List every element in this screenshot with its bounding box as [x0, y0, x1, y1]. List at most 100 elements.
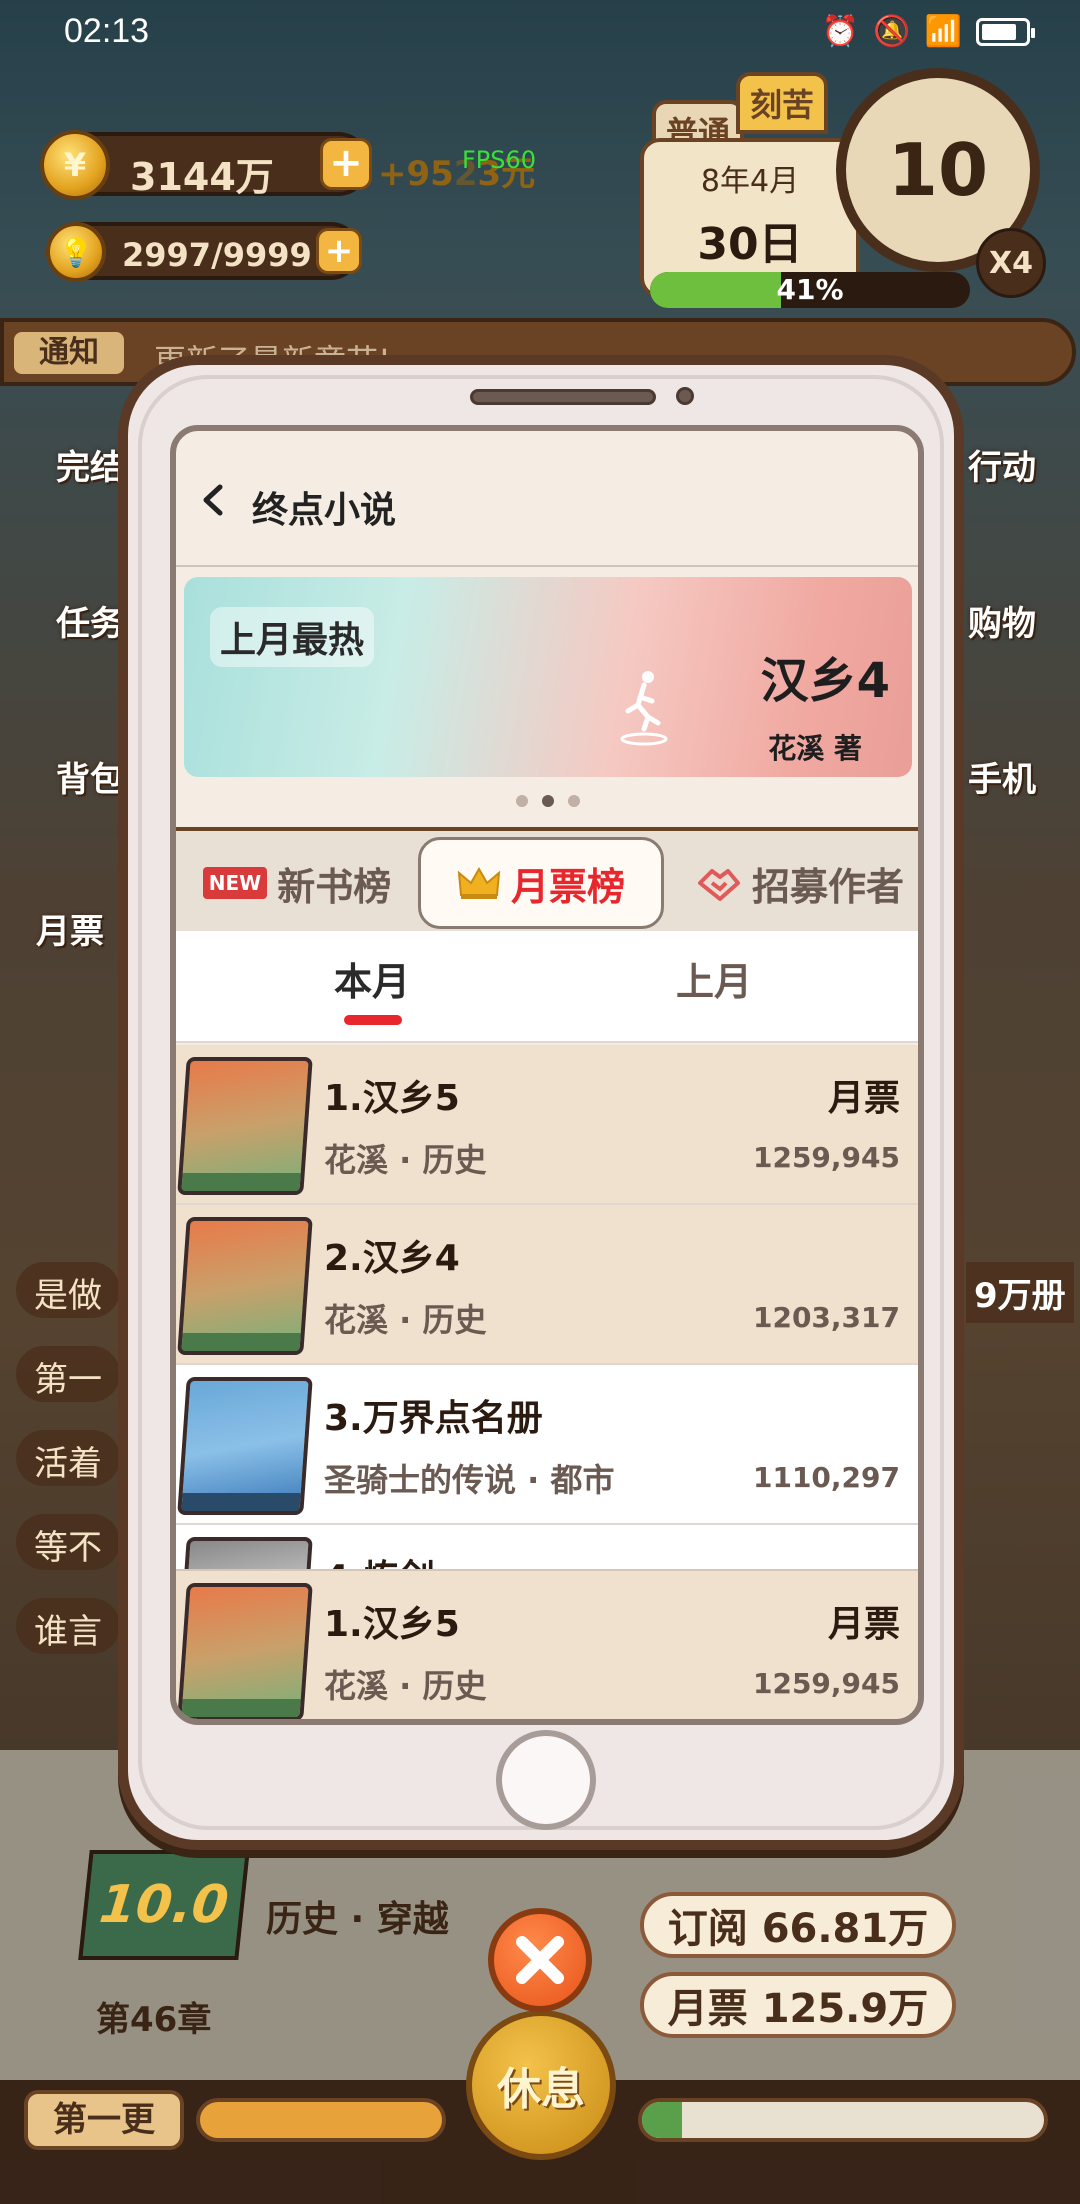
monthly-ticket-stat: 月票 125.9万 [640, 1972, 956, 2038]
crown-icon [457, 866, 501, 899]
book-meta: 花溪 · 历史 [324, 1667, 487, 1705]
book-meta: 花溪 · 历史 [324, 1301, 487, 1339]
book-title: 1.汉乡5 [324, 1604, 460, 1645]
chat-chip-1: 是做 [16, 1262, 120, 1318]
ticket-count: 1110,297 [752, 1461, 900, 1494]
book-meta: 花溪 · 历史 [324, 1141, 487, 1179]
ranking-list: 1.汉乡5 花溪 · 历史 月票 1259,945 2.汉乡4 花溪 · 历史 … [176, 1045, 918, 1585]
pagination-dot-active[interactable] [542, 795, 554, 807]
tab-monthly-ticket[interactable]: 月票榜 [418, 837, 664, 929]
list-item[interactable]: 2.汉乡4 花溪 · 历史 1203,317 [176, 1205, 918, 1365]
phone-home-button[interactable] [496, 1730, 596, 1830]
runner-logo-icon [620, 671, 668, 746]
period-subtabs: 本月 上月 [176, 931, 918, 1043]
close-modal-button[interactable] [488, 1908, 592, 2012]
tab-label: 招募作者 [751, 864, 904, 909]
book-title: 1.汉乡5 [324, 1078, 460, 1119]
subtab-this-month[interactable]: 本月 [334, 951, 410, 1006]
banner-tag: 上月最热 [210, 607, 375, 667]
chat-chip-3: 活着 [16, 1430, 120, 1486]
app-header: 终点小说 [176, 431, 918, 567]
inspiration-counter: 💡 2997/9999 + [46, 222, 362, 282]
wifi-icon: 📶 [924, 14, 962, 49]
book-cover [177, 1057, 313, 1195]
phone-camera [676, 387, 694, 405]
my-book-pinned-row[interactable]: 1.汉乡5 花溪 · 历史 月票 1259,945 [176, 1569, 918, 1719]
add-gold-button[interactable]: + [320, 138, 372, 190]
phone-screen: 终点小说 上月最热 汉乡4 花溪 著 NEW 新书榜 月票榜 招募作者 本月 上… [170, 425, 924, 1725]
tab-new-books[interactable]: NEW 新书榜 [190, 837, 404, 929]
status-time: 02:13 [64, 12, 150, 50]
book-cover [177, 1377, 313, 1515]
gold-amount: 3144万 [130, 155, 274, 199]
close-icon [516, 1936, 564, 1984]
chat-chip-4: 等不 [16, 1514, 120, 1570]
subscribe-stat: 订阅 66.81万 [640, 1892, 956, 1958]
ticket-count: 1259,945 [752, 1141, 900, 1174]
chat-chip-2: 第一 [16, 1346, 120, 1402]
book-title: 3.万界点名册 [324, 1398, 543, 1439]
app-title: 终点小说 [252, 489, 397, 530]
banner-pagination [516, 795, 580, 807]
book-title: 2.汉乡4 [324, 1238, 460, 1279]
banner-book-title: 汉乡4 [760, 653, 890, 709]
pagination-dot[interactable] [516, 795, 528, 807]
new-badge: NEW [202, 867, 268, 899]
sales-overflow-text: 9万册 [966, 1262, 1074, 1323]
add-inspiration-button[interactable]: + [316, 228, 362, 274]
coin-icon: ¥ [40, 130, 110, 200]
book-score: 10.0 [78, 1850, 250, 1960]
chapter-label: 第46章 [96, 2000, 212, 2040]
lightbulb-icon: 💡 [46, 222, 106, 282]
energy-percent: 41% [776, 273, 844, 306]
ticket-label: 月票 [827, 1078, 900, 1119]
status-icons: ⏰ 🔕 📶 [821, 14, 1035, 49]
book-meta: 圣骑士的传说 · 都市 [324, 1461, 615, 1499]
tab-recruit-authors[interactable]: 招募作者 [676, 837, 918, 929]
pagination-dot[interactable] [568, 795, 580, 807]
notice-tag: 通知 [14, 332, 124, 374]
mute-icon: 🔕 [873, 14, 911, 49]
fps-counter: FPS60 [462, 146, 537, 174]
side-menu-task[interactable]: 任务 [56, 596, 124, 645]
chat-chip-5: 谁言 [16, 1598, 120, 1654]
gold-counter: ¥ 3144万 + [40, 130, 372, 200]
phone-modal: 终点小说 上月最热 汉乡4 花溪 著 NEW 新书榜 月票榜 招募作者 本月 上… [118, 355, 964, 1850]
phone-speaker [470, 389, 656, 405]
hot-banner[interactable]: 上月最热 汉乡4 花溪 著 [184, 577, 912, 777]
book-genre: 历史 · 穿越 [266, 1899, 449, 1940]
side-menu-phone[interactable]: 手机 [968, 752, 1036, 801]
chapter-progress-bar [638, 2098, 1048, 2142]
speed-button[interactable]: X4 [976, 228, 1046, 298]
battery-icon [976, 17, 1035, 46]
mode-hard-tab[interactable]: 刻苦 [736, 72, 829, 134]
rest-button[interactable]: 休息 [466, 2010, 616, 2160]
date-day: 30日 [697, 219, 803, 270]
side-menu-ticket[interactable]: 月票 [36, 904, 104, 953]
date-year-month: 8年4月 [700, 164, 800, 199]
list-item[interactable]: 1.汉乡5 花溪 · 历史 月票 1259,945 [176, 1045, 918, 1205]
list-item[interactable]: 3.万界点名册 圣骑士的传说 · 都市 1110,297 [176, 1365, 918, 1525]
energy-bar: 41% [650, 272, 970, 308]
tab-label: 月票榜 [510, 864, 625, 909]
side-menu-shop[interactable]: 购物 [968, 596, 1036, 645]
book-cover [177, 1583, 313, 1719]
inspiration-amount: 2997/9999 [122, 236, 312, 274]
subtab-last-month[interactable]: 上月 [676, 951, 752, 1006]
side-menu-complete[interactable]: 完结 [56, 440, 124, 489]
ticket-label: 月票 [827, 1604, 900, 1645]
ranking-tabbar: NEW 新书榜 月票榜 招募作者 [176, 827, 918, 931]
side-menu-action[interactable]: 行动 [968, 440, 1036, 489]
tab-label: 新书榜 [277, 864, 392, 909]
alarm-icon: ⏰ [821, 14, 860, 49]
back-icon[interactable] [196, 483, 230, 517]
write-progress-bar [196, 2098, 446, 2142]
active-subtab-underline [344, 1015, 402, 1025]
ticket-count: 1259,945 [752, 1667, 900, 1700]
first-update-button[interactable]: 第一更 [24, 2090, 184, 2150]
side-menu-bag[interactable]: 背包 [56, 752, 124, 801]
status-bar: 02:13 ⏰ 🔕 📶 [0, 0, 1080, 64]
book-cover [177, 1217, 313, 1355]
banner-author: 花溪 著 [768, 732, 862, 765]
handshake-icon [697, 869, 740, 901]
